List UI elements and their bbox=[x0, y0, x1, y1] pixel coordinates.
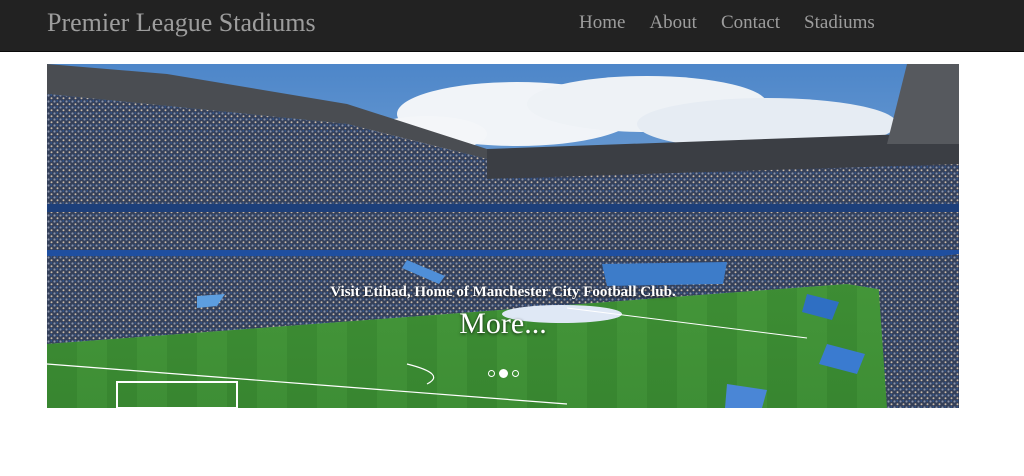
nav-menu: Home About Contact Stadiums bbox=[567, 12, 887, 34]
nav-stadiums-link[interactable]: Stadiums bbox=[792, 12, 887, 34]
stadium-photo bbox=[47, 64, 959, 408]
carousel-indicators bbox=[47, 369, 959, 378]
nav-home-link[interactable]: Home bbox=[567, 12, 637, 34]
more-link[interactable]: More... bbox=[459, 307, 546, 341]
nav-contact-link[interactable]: Contact bbox=[709, 12, 792, 34]
carousel-caption: Visit Etihad, Home of Manchester City Fo… bbox=[47, 284, 959, 341]
stadium-carousel[interactable]: Visit Etihad, Home of Manchester City Fo… bbox=[47, 64, 959, 408]
nav-item-contact: Contact bbox=[709, 12, 792, 34]
nav-item-stadiums: Stadiums bbox=[792, 12, 887, 34]
indicator-dot-2-active[interactable] bbox=[498, 369, 508, 378]
navbar: Premier League Stadiums Home About Conta… bbox=[0, 0, 1024, 52]
indicator-dot-1[interactable] bbox=[487, 370, 495, 377]
nav-item-about: About bbox=[637, 12, 709, 34]
caption-text: Visit Etihad, Home of Manchester City Fo… bbox=[330, 284, 676, 300]
nav-about-link[interactable]: About bbox=[637, 12, 709, 34]
brand-link[interactable]: Premier League Stadiums bbox=[47, 8, 316, 38]
indicator-dot-3[interactable] bbox=[511, 370, 519, 377]
nav-item-home: Home bbox=[567, 12, 637, 34]
